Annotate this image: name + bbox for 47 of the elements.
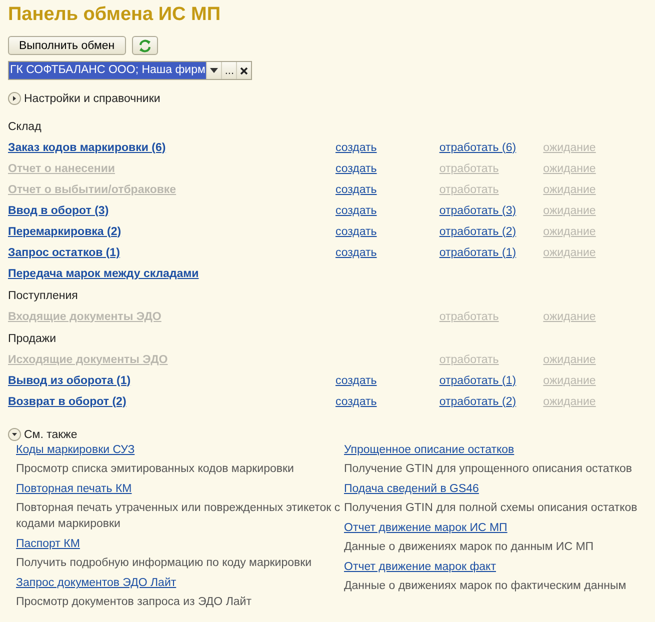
link-description: Просмотр списка эмитированных кодов маркировки [16,462,295,477]
link-description: Просмотр документов запроса из ЭДО Лайт [16,595,252,610]
create-link[interactable]: создать [335,162,377,174]
document-link[interactable]: Передача марок между складами [8,268,199,280]
process-link[interactable]: отработать (1) [439,246,516,258]
see-also-toggle[interactable]: См. также [8,428,78,441]
page-title: Панель обмена ИС МП [8,4,222,26]
process-link[interactable]: отработать (2) [439,396,516,408]
link-description: Данные о движениях марок по данным ИС МП [344,540,595,556]
process-link[interactable]: отработать (1) [439,374,516,386]
process-link[interactable]: отработать (6) [439,142,516,154]
company-field[interactable]: ГК СОФТБАЛАНС ООО; Наша фирм ... [8,61,252,80]
report-link[interactable]: Запрос документов ЭДО Лайт [16,577,176,590]
process-link[interactable]: отработать (2) [439,226,516,238]
section-title: Продажи [8,333,58,345]
report-link[interactable]: Отчет движение марок факт [344,561,496,574]
create-link[interactable]: создать [335,184,377,196]
report-link[interactable]: Паспорт КМ [16,538,80,550]
report-link[interactable]: Коды маркировки СУЗ [16,444,135,456]
document-link[interactable]: Перемаркировка (2) [8,226,122,238]
create-link[interactable]: создать [335,226,377,238]
document-link[interactable]: Заказ кодов маркировки (6) [8,142,166,154]
create-link[interactable]: создать [335,396,377,408]
link-description: Получение GTIN для упрощенного описания остатков [344,462,634,477]
choose-button[interactable]: ... [221,62,236,79]
link-description: Данные о движениях марок по фактическим данным [344,579,628,594]
document-link[interactable]: Ввод в оборот (3) [8,204,109,216]
section-title: Поступления [8,290,79,302]
process-link[interactable]: отработать (3) [439,204,516,216]
link-description: Повторная печать утраченных или поврежденных этикеток с кодами маркировки [16,501,342,532]
document-link[interactable]: Запрос остатков (1) [8,246,120,258]
create-link[interactable]: создать [335,374,377,386]
create-link[interactable]: создать [335,204,377,216]
report-link[interactable]: Отчет движение марок ИС МП [344,522,508,534]
settings-toggle[interactable]: Настройки и справочники [8,92,160,105]
exchange-button[interactable]: Выполнить обмен [8,36,126,55]
create-link[interactable]: создать [335,246,377,258]
report-link[interactable]: Подача сведений в GS46 [344,483,479,496]
document-link[interactable]: Вывод из оборота (1) [8,374,131,386]
company-value: ГК СОФТБАЛАНС ООО; Наша фирм [9,62,206,79]
section-title: Склад [8,121,42,133]
document-link[interactable]: Возврат в оборот (2) [8,396,126,408]
report-link[interactable]: Упрощенное описание остатков [344,444,514,456]
link-description: Получения GTIN для полной схемы описания остатков [344,501,638,516]
link-description: Получить подробную информацию по коду маркировки [16,556,313,572]
report-link[interactable]: Повторная печать КМ [16,483,132,496]
create-link[interactable]: создать [335,142,377,154]
